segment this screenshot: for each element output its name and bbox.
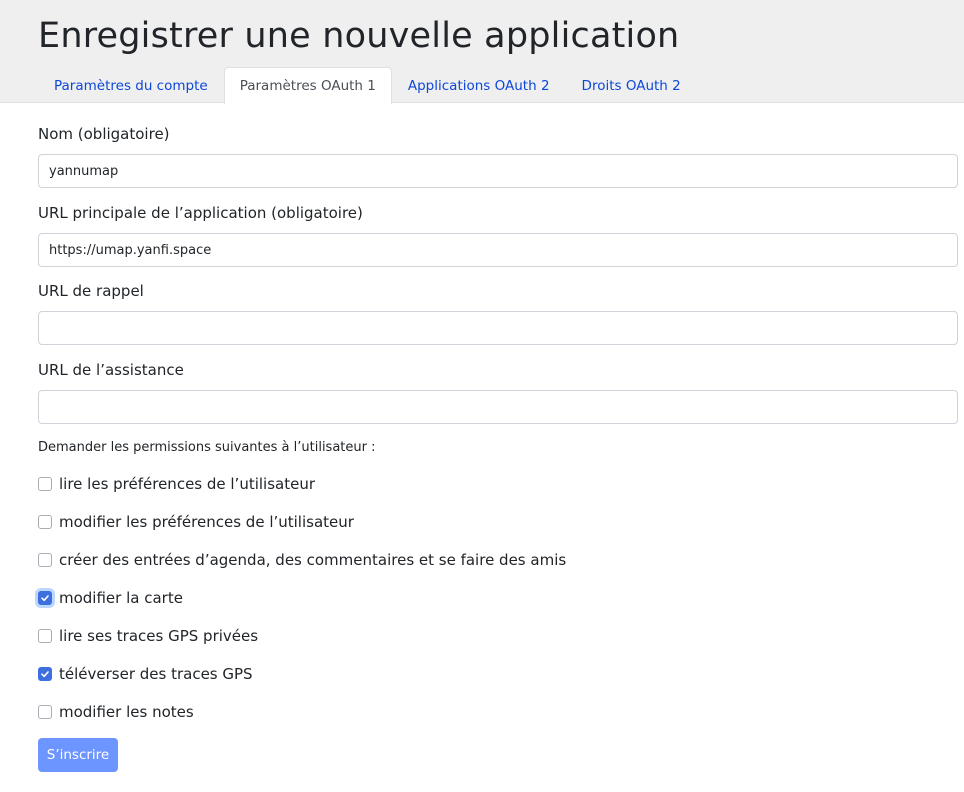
tab-account-settings[interactable]: Paramètres du compte — [38, 67, 224, 103]
page-header: Enregistrer une nouvelle application Par… — [0, 0, 964, 104]
tab-oauth2-applications[interactable]: Applications OAuth 2 — [392, 67, 566, 103]
permission-label: modifier les préférences de l’utilisateu… — [59, 513, 354, 531]
name-label: Nom (obligatoire) — [38, 125, 170, 143]
checkbox[interactable] — [38, 515, 52, 529]
callback-url-field[interactable] — [38, 311, 958, 345]
tab-bar: Paramètres du compte Paramètres OAuth 1 … — [38, 67, 697, 104]
checkbox-checked[interactable] — [38, 667, 52, 681]
checkbox-checked[interactable] — [38, 591, 52, 605]
permission-write-diary[interactable]: créer des entrées d’agenda, des commenta… — [38, 549, 566, 571]
permission-write-notes[interactable]: modifier les notes — [38, 701, 194, 723]
checkbox[interactable] — [38, 629, 52, 643]
permission-read-prefs[interactable]: lire les préférences de l’utilisateur — [38, 473, 315, 495]
check-icon — [41, 595, 49, 602]
permission-write-gpx[interactable]: téléverser des traces GPS — [38, 663, 253, 685]
checkbox[interactable] — [38, 553, 52, 567]
permission-label: créer des entrées d’agenda, des commenta… — [59, 551, 567, 569]
name-field[interactable] — [38, 154, 958, 188]
permission-label: lire les préférences de l’utilisateur — [59, 475, 316, 493]
check-icon — [41, 671, 49, 678]
permissions-title: Demander les permissions suivantes à l’u… — [38, 440, 376, 455]
tab-oauth2-authorizations[interactable]: Droits OAuth 2 — [566, 67, 697, 103]
support-url-label: URL de l’assistance — [38, 361, 184, 379]
checkbox[interactable] — [38, 477, 52, 491]
checkbox[interactable] — [38, 705, 52, 719]
permission-label: modifier les notes — [59, 703, 194, 721]
permission-read-gpx[interactable]: lire ses traces GPS privées — [38, 625, 258, 647]
permission-write-api[interactable]: modifier la carte — [38, 587, 183, 609]
tab-oauth1-settings[interactable]: Paramètres OAuth 1 — [223, 67, 392, 104]
permission-label: téléverser des traces GPS — [59, 665, 253, 683]
register-button[interactable]: S’inscrire — [38, 738, 118, 772]
permission-label: modifier la carte — [59, 589, 183, 607]
main-url-label: URL principale de l’application (obligat… — [38, 204, 363, 222]
permission-label: lire ses traces GPS privées — [59, 627, 259, 645]
permission-write-prefs[interactable]: modifier les préférences de l’utilisateu… — [38, 511, 354, 533]
callback-url-label: URL de rappel — [38, 282, 144, 300]
support-url-field[interactable] — [38, 390, 958, 424]
main-url-field[interactable] — [38, 233, 958, 267]
page-title: Enregistrer une nouvelle application — [38, 16, 680, 56]
